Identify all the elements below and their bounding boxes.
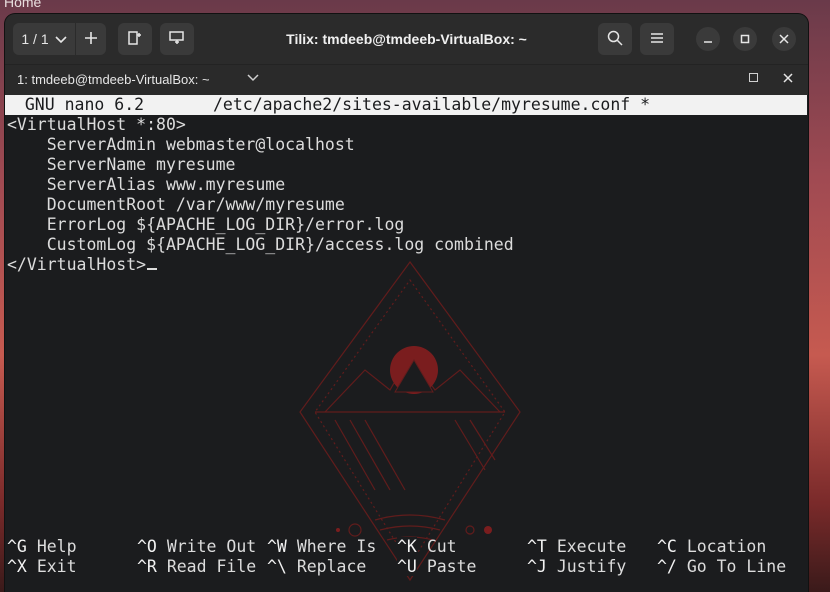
- shortcut-key: ^J: [527, 557, 547, 576]
- shortcut-label: Cut: [426, 537, 457, 556]
- shortcut-key: ^C: [657, 537, 677, 556]
- shortcut-replace[interactable]: ^\ Replace: [267, 557, 397, 577]
- editor-line-text: </VirtualHost>: [7, 255, 147, 274]
- nano-filename: /etc/apache2/sites-available/myresume.co…: [213, 95, 651, 114]
- add-terminal-right-icon: [128, 30, 142, 49]
- editor-line[interactable]: CustomLog ${APACHE_LOG_DIR}/access.log c…: [5, 235, 808, 255]
- nano-shortcut-bar: ^G Help ^O Write Out ^W Where Is ^K Cut …: [7, 537, 807, 577]
- shortcut-label: Execute: [556, 537, 627, 556]
- terminal-tab-bar: 1: tmdeeb@tmdeeb-VirtualBox: ~: [5, 64, 808, 95]
- shortcut-row-2: ^X Exit ^R Read File ^\ Replace ^U Paste…: [7, 557, 807, 577]
- shortcut-key: ^G: [7, 537, 27, 556]
- editor-line[interactable]: ErrorLog ${APACHE_LOG_DIR}/error.log: [5, 215, 808, 235]
- editor-line[interactable]: ServerAlias www.myresume: [5, 175, 808, 195]
- shortcut-execute[interactable]: ^T Execute: [527, 537, 657, 557]
- shortcut-label: Justify: [556, 557, 627, 576]
- shortcut-justify[interactable]: ^J Justify: [527, 557, 657, 577]
- terminal-tab-label[interactable]: 1: tmdeeb@tmdeeb-VirtualBox: ~: [17, 72, 210, 87]
- search-icon: [607, 30, 623, 49]
- editor-line[interactable]: <VirtualHost *:80>: [5, 115, 808, 135]
- add-terminal-down-icon: [169, 30, 185, 48]
- editor-line[interactable]: ServerAdmin webmaster@localhost: [5, 135, 808, 155]
- shortcut-label: Paste: [426, 557, 477, 576]
- tab-chevron-down-icon[interactable]: [247, 71, 259, 85]
- tilix-window: 1 / 1 Tilix: tmdeeb@tmdeeb-VirtualBox: ~…: [5, 14, 808, 592]
- shortcut-key: ^X: [7, 557, 27, 576]
- shortcut-location[interactable]: ^C Location: [657, 537, 787, 557]
- session-counter[interactable]: 1 / 1: [13, 23, 75, 55]
- shortcut-where-is[interactable]: ^W Where Is: [267, 537, 397, 557]
- shortcut-key: ^\: [267, 557, 287, 576]
- maximize-icon: [740, 32, 750, 47]
- titlebar: 1 / 1 Tilix: tmdeeb@tmdeeb-VirtualBox: ~: [5, 14, 808, 64]
- shortcut-key: ^K: [397, 537, 417, 556]
- plus-icon: [85, 31, 97, 47]
- chevron-down-icon: [55, 31, 67, 47]
- shortcut-key: ^W: [267, 537, 287, 556]
- shortcut-key: ^O: [137, 537, 157, 556]
- add-terminal-down-button[interactable]: [160, 23, 194, 55]
- shortcut-label: Help: [36, 537, 77, 556]
- shortcut-read-file[interactable]: ^R Read File: [137, 557, 267, 577]
- new-session-button[interactable]: [76, 23, 106, 55]
- shortcut-label: Exit: [36, 557, 77, 576]
- shortcut-label: Location: [686, 537, 767, 556]
- shortcut-go-to-line[interactable]: ^/ Go To Line: [657, 557, 787, 577]
- menu-icon: [650, 31, 664, 47]
- terminal-maximize-icon[interactable]: [749, 71, 758, 85]
- shortcut-row-1: ^G Help ^O Write Out ^W Where Is ^K Cut …: [7, 537, 807, 557]
- shortcut-paste[interactable]: ^U Paste: [397, 557, 527, 577]
- shortcut-label: Where Is: [296, 537, 377, 556]
- terminal-area[interactable]: GNU nano 6.2/etc/apache2/sites-available…: [5, 95, 808, 592]
- close-button[interactable]: [772, 27, 796, 51]
- shortcut-key: ^U: [397, 557, 417, 576]
- session-switcher[interactable]: 1 / 1: [13, 23, 106, 55]
- shortcut-cut[interactable]: ^K Cut: [397, 537, 527, 557]
- shortcut-label: Read File: [166, 557, 257, 576]
- menu-button[interactable]: [640, 23, 674, 55]
- editor-line[interactable]: DocumentRoot /var/www/myresume: [5, 195, 808, 215]
- shortcut-label: Go To Line: [686, 557, 787, 576]
- close-icon: [779, 32, 789, 47]
- terminal-close-icon[interactable]: [783, 70, 793, 86]
- search-button[interactable]: [598, 23, 632, 55]
- shortcut-key: ^R: [137, 557, 157, 576]
- shortcut-label: Replace: [296, 557, 367, 576]
- text-cursor: [147, 268, 158, 270]
- shortcut-exit[interactable]: ^X Exit: [7, 557, 137, 577]
- minimize-icon: [703, 32, 713, 47]
- shortcut-write-out[interactable]: ^O Write Out: [137, 537, 267, 557]
- shortcut-label: Write Out: [166, 537, 257, 556]
- shortcut-key: ^T: [527, 537, 547, 556]
- nano-header: GNU nano 6.2/etc/apache2/sites-available…: [5, 95, 807, 115]
- session-counter-label: 1 / 1: [21, 31, 49, 47]
- desktop-home-label[interactable]: Home: [4, 0, 41, 10]
- editor-line[interactable]: ServerName myresume: [5, 155, 808, 175]
- shortcut-help[interactable]: ^G Help: [7, 537, 137, 557]
- add-terminal-right-button[interactable]: [118, 23, 152, 55]
- nano-version: GNU nano 6.2: [5, 95, 145, 114]
- maximize-button[interactable]: [733, 27, 757, 51]
- shortcut-key: ^/: [657, 557, 677, 576]
- minimize-button[interactable]: [696, 27, 720, 51]
